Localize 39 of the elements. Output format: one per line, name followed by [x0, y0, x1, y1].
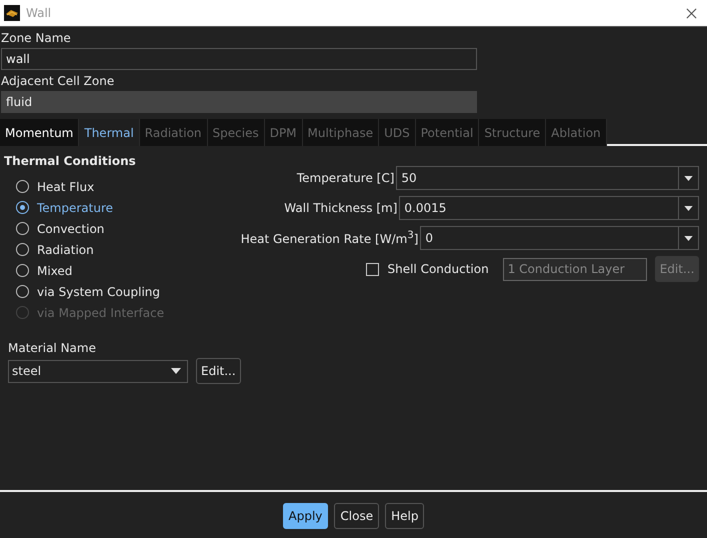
app-logo-icon — [4, 5, 20, 21]
parameter-label: Temperature [C] — [296, 171, 394, 185]
parameter-field[interactable]: 50 — [396, 166, 700, 190]
radio-button[interactable] — [16, 222, 29, 235]
dropdown-arrow-icon — [684, 206, 694, 210]
dialog-button[interactable]: Apply — [282, 503, 328, 529]
edit-button[interactable]: Edit... — [196, 358, 241, 384]
zone-name-field[interactable]: wall — [1, 48, 477, 70]
close-icon[interactable] — [686, 8, 697, 18]
parameter-label: Heat Generation Rate [W/m$^{3}$] — [240, 230, 418, 246]
parameter-field[interactable]: 0.0015 — [399, 196, 700, 220]
radio-label: Convection — [37, 222, 104, 236]
checkbox-label: Shell Conduction — [387, 262, 489, 276]
field-label: Zone Name — [0, 30, 72, 47]
radio-label: via Mapped Interface — [37, 306, 164, 320]
adjacent-cell-zone-field[interactable]: fluid — [1, 91, 477, 113]
field-label: Material Name — [7, 340, 97, 357]
window-title: Wall — [26, 6, 52, 20]
radio-button[interactable] — [16, 243, 29, 256]
radio-label: Temperature — [37, 200, 114, 214]
radio-button[interactable] — [16, 180, 29, 193]
dialog-button[interactable]: Help — [385, 503, 424, 529]
section-heading: Thermal Conditions — [4, 154, 137, 168]
field-label: Adjacent Cell Zone — [0, 73, 116, 90]
radio-label: via System Coupling — [37, 284, 160, 298]
radio-button[interactable] — [16, 264, 29, 277]
radio-label: Radiation — [37, 242, 94, 256]
radio-button[interactable] — [16, 201, 29, 214]
dialog-button[interactable]: Close — [334, 503, 380, 529]
material-dropdown[interactable]: steel — [8, 360, 188, 382]
dropdown-arrow-icon — [684, 176, 694, 180]
radio-button[interactable] — [16, 285, 29, 298]
tab[interactable]: Momentum — [0, 119, 80, 146]
dropdown-arrow-icon — [171, 368, 181, 374]
dropdown-arrow-icon — [684, 236, 694, 240]
radio-label: Heat Flux — [37, 180, 94, 194]
radio-label: Mixed — [37, 264, 72, 278]
parameter-label: Wall Thickness [m] — [284, 201, 398, 215]
parameter-field[interactable]: 0 — [420, 226, 700, 250]
